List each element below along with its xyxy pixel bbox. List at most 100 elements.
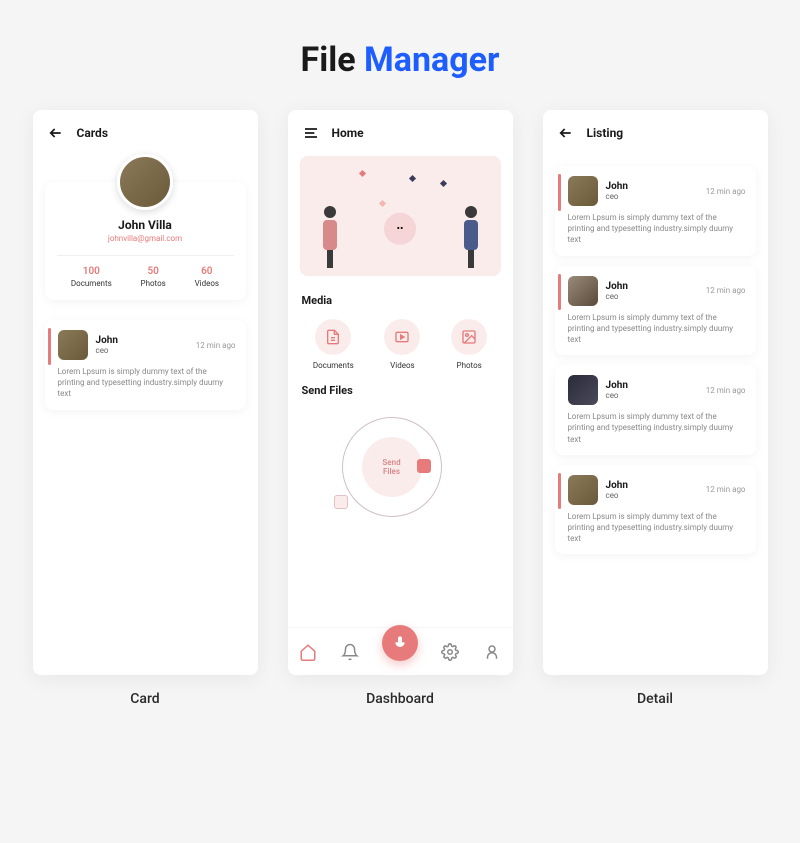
list-meta: John ceo	[96, 335, 188, 355]
screen-label-dashboard: Dashboard	[288, 691, 513, 707]
media-section-title: Media	[302, 294, 499, 307]
send-label-1: Send	[382, 458, 400, 467]
orbit-thumbnail	[417, 459, 431, 473]
list-body: Lorem Lpsum is simply dummy text of the …	[568, 312, 746, 346]
send-files-button[interactable]: Send Files	[362, 437, 422, 497]
avatar	[568, 276, 598, 306]
person-illustration	[318, 206, 342, 266]
menu-icon[interactable]	[302, 124, 320, 142]
screen-listing: Listing John ceo 12 min ago Lorem Lpsum …	[543, 110, 768, 675]
list-body: Lorem Lpsum is simply dummy text of the …	[58, 366, 236, 400]
avatar	[117, 154, 173, 210]
mic-button[interactable]	[382, 625, 418, 661]
list-head: John ceo 12 min ago	[568, 276, 746, 306]
bottom-nav	[288, 627, 513, 675]
stat-photos[interactable]: 50 Photos	[141, 266, 166, 288]
stat-value: 100	[71, 266, 112, 277]
list-name: John	[606, 380, 698, 391]
list-role: ceo	[606, 491, 698, 500]
list-time: 12 min ago	[706, 386, 746, 395]
list-meta: John ceo	[606, 480, 698, 500]
list-head: John ceo 12 min ago	[568, 475, 746, 505]
video-icon	[384, 319, 420, 355]
nav-user-icon[interactable]	[482, 642, 502, 662]
stat-value: 50	[141, 266, 166, 277]
list-role: ceo	[606, 192, 698, 201]
list-head: John ceo 12 min ago	[58, 330, 236, 360]
media-videos[interactable]: Videos	[384, 319, 420, 370]
list-meta: John ceo	[606, 380, 698, 400]
back-arrow-icon[interactable]	[557, 124, 575, 142]
header-title: Listing	[587, 126, 624, 140]
list-time: 12 min ago	[706, 485, 746, 494]
media-row: Documents Videos Photos	[288, 313, 513, 378]
list-role: ceo	[96, 346, 188, 355]
confetti-icon	[358, 170, 365, 177]
list-item[interactable]: John ceo 12 min ago Lorem Lpsum is simpl…	[45, 320, 246, 410]
list-head: John ceo 12 min ago	[568, 176, 746, 206]
nav-home-icon[interactable]	[298, 642, 318, 662]
profile-email: johnvilla@gmail.com	[57, 234, 234, 243]
header: Cards	[33, 110, 258, 152]
list-body: Lorem Lpsum is simply dummy text of the …	[568, 212, 746, 246]
header-title: Home	[332, 126, 364, 140]
confetti-icon	[439, 180, 446, 187]
list-name: John	[606, 480, 698, 491]
stat-label: Documents	[71, 279, 112, 288]
list-meta: John ceo	[606, 181, 698, 201]
orbit-thumbnail	[334, 495, 348, 509]
screen-label-card: Card	[33, 691, 258, 707]
media-label: Documents	[313, 361, 354, 370]
list-time: 12 min ago	[196, 341, 236, 350]
nav-bell-icon[interactable]	[340, 642, 360, 662]
title-word1: File	[301, 40, 356, 80]
list-item[interactable]: John ceo 12 min ago Lorem Lpsum is simpl…	[555, 266, 756, 356]
listing-body[interactable]: John ceo 12 min ago Lorem Lpsum is simpl…	[543, 152, 768, 675]
list-item[interactable]: John ceo 12 min ago Lorem Lpsum is simpl…	[555, 465, 756, 555]
title-word2: Manager	[364, 40, 499, 80]
ball-illustration: ••	[384, 213, 416, 245]
list-time: 12 min ago	[706, 187, 746, 196]
labels-row: Card Dashboard Detail	[0, 675, 800, 707]
screen-card: Cards John Villa johnvilla@gmail.com 100…	[33, 110, 258, 675]
send-label-2: Files	[383, 467, 400, 476]
list-meta: John ceo	[606, 281, 698, 301]
list-head: John ceo 12 min ago	[568, 375, 746, 405]
stat-label: Photos	[141, 279, 166, 288]
media-documents[interactable]: Documents	[313, 319, 354, 370]
list-name: John	[606, 281, 698, 292]
person-illustration	[459, 206, 483, 266]
avatar	[568, 375, 598, 405]
list-role: ceo	[606, 391, 698, 400]
nav-settings-icon[interactable]	[440, 642, 460, 662]
document-icon	[315, 319, 351, 355]
list-item[interactable]: John ceo 12 min ago Lorem Lpsum is simpl…	[555, 365, 756, 455]
send-section-title: Send Files	[302, 384, 499, 397]
header-title: Cards	[77, 126, 108, 140]
list-body: Lorem Lpsum is simply dummy text of the …	[568, 411, 746, 445]
list-name: John	[96, 335, 188, 346]
stat-documents[interactable]: 100 Documents	[71, 266, 112, 288]
list-role: ceo	[606, 292, 698, 301]
media-photos[interactable]: Photos	[451, 319, 487, 370]
avatar	[58, 330, 88, 360]
media-label: Photos	[451, 361, 487, 370]
screen-label-detail: Detail	[543, 691, 768, 707]
stat-videos[interactable]: 60 Videos	[195, 266, 219, 288]
media-label: Videos	[384, 361, 420, 370]
avatar	[568, 475, 598, 505]
profile-card: John Villa johnvilla@gmail.com 100 Docum…	[45, 182, 246, 300]
avatar	[568, 176, 598, 206]
hero-illustration: ••	[300, 156, 501, 276]
back-arrow-icon[interactable]	[47, 124, 65, 142]
photo-icon	[451, 319, 487, 355]
list-time: 12 min ago	[706, 286, 746, 295]
list-body: Lorem Lpsum is simply dummy text of the …	[568, 511, 746, 545]
header: Home	[288, 110, 513, 152]
list-name: John	[606, 181, 698, 192]
stat-label: Videos	[195, 279, 219, 288]
send-files-widget: Send Files	[302, 407, 499, 547]
confetti-icon	[408, 175, 415, 182]
list-item[interactable]: John ceo 12 min ago Lorem Lpsum is simpl…	[555, 166, 756, 256]
screens-row: Cards John Villa johnvilla@gmail.com 100…	[0, 110, 800, 675]
